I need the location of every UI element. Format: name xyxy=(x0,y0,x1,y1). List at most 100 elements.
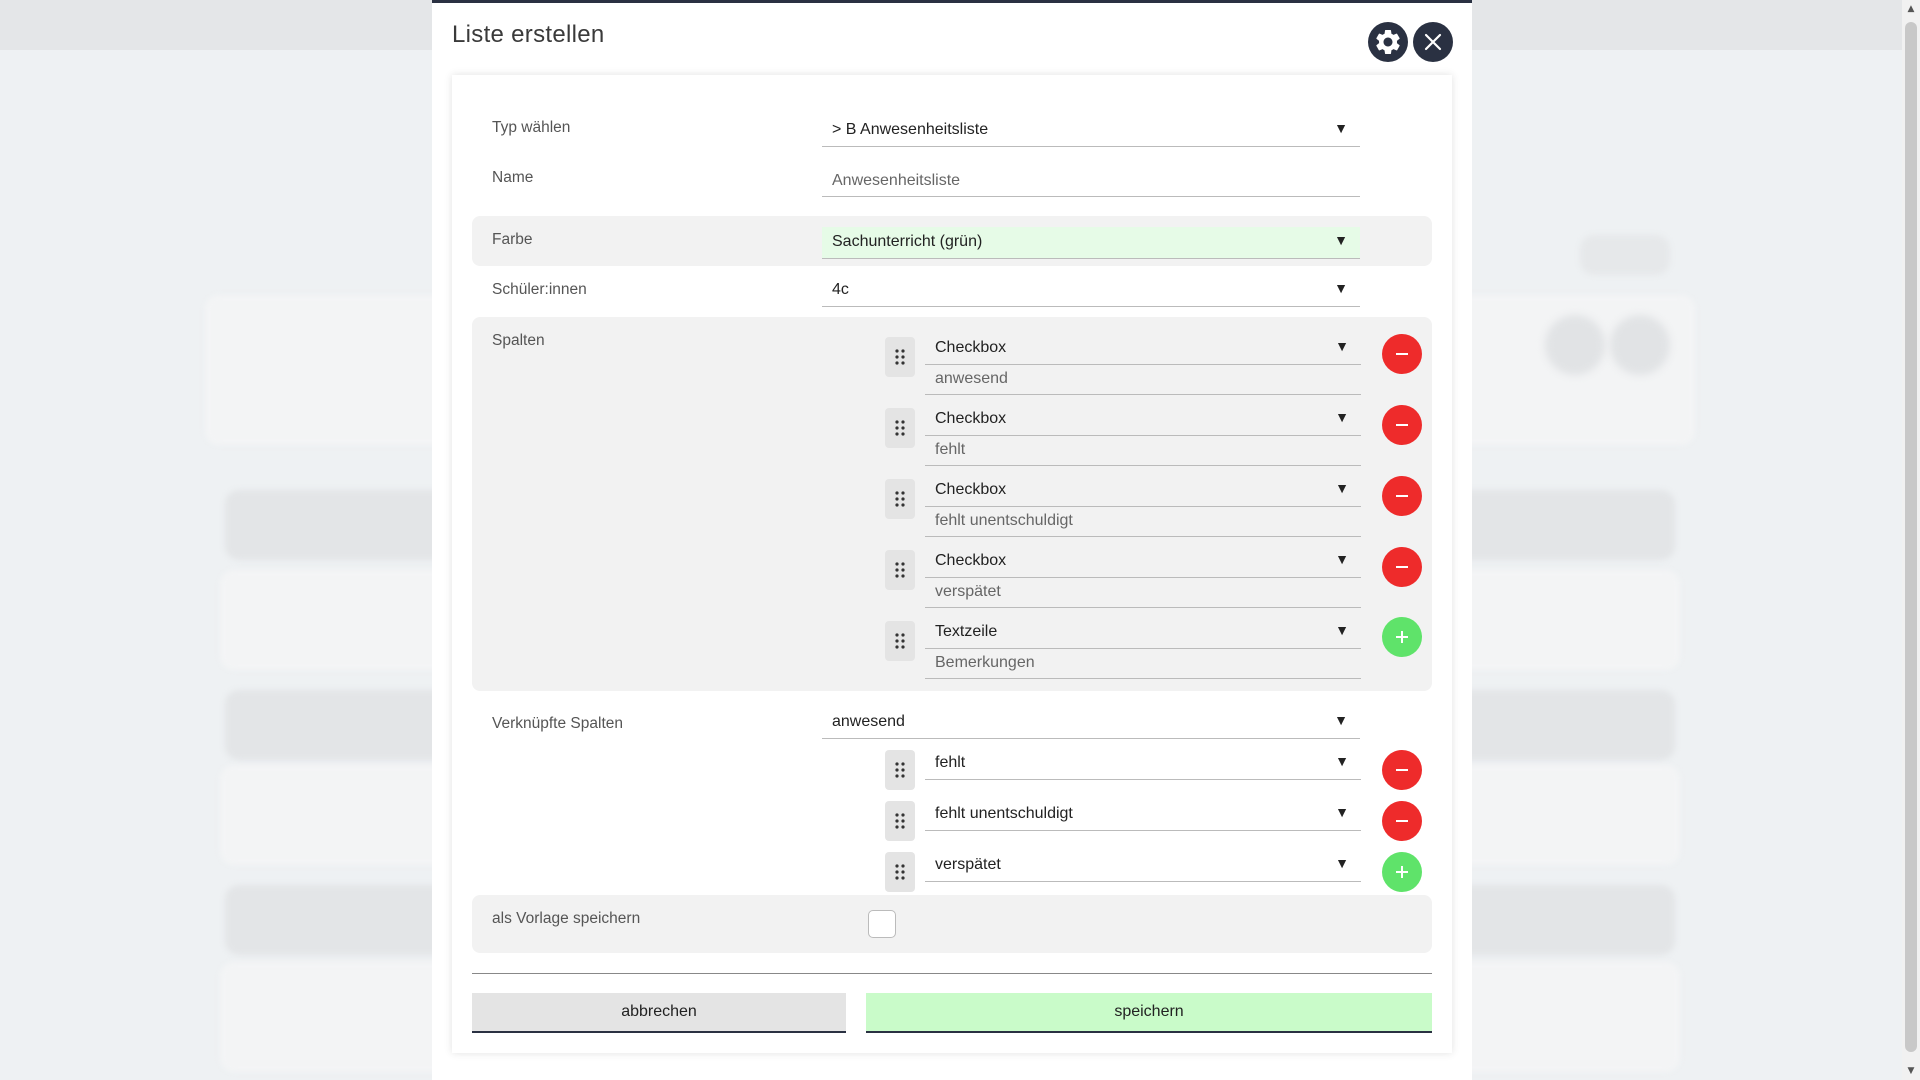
linked-primary-value: anwesend xyxy=(832,713,905,730)
background-button xyxy=(1580,235,1670,275)
column-type-select[interactable]: Checkbox ▼ xyxy=(925,546,1361,578)
type-select[interactable]: > B Anwesenheitsliste ▼ xyxy=(822,115,1360,147)
chevron-down-icon: ▼ xyxy=(1334,120,1348,136)
column-type-value: Textzeile xyxy=(935,623,998,640)
students-select[interactable]: 4c ▼ xyxy=(822,275,1360,307)
column-name-value: fehlt xyxy=(935,441,966,458)
linked-column-select[interactable]: fehlt unentschuldigt ▼ xyxy=(925,799,1361,831)
column-name-input[interactable]: Bemerkungen xyxy=(925,649,1361,679)
remove-column-button[interactable] xyxy=(1382,405,1422,445)
linked-column-value: verspätet xyxy=(935,856,1001,873)
template-row: als Vorlage speichern xyxy=(472,895,1432,953)
students-row: Schüler:innen 4c ▼ xyxy=(472,271,1432,313)
minus-icon xyxy=(1396,769,1408,771)
column-name-input[interactable]: fehlt unentschuldigt xyxy=(925,507,1361,537)
drag-handle[interactable] xyxy=(885,408,915,448)
linked-column-select[interactable]: fehlt ▼ xyxy=(925,748,1361,780)
minus-icon xyxy=(1396,353,1408,355)
chevron-down-icon: ▼ xyxy=(1335,804,1349,820)
scroll-down-icon[interactable]: ▼ xyxy=(1906,1066,1916,1076)
chevron-down-icon: ▼ xyxy=(1335,338,1349,354)
remove-linked-column-button[interactable] xyxy=(1382,801,1422,841)
column-type-select[interactable]: Checkbox ▼ xyxy=(925,475,1361,507)
remove-linked-column-button[interactable] xyxy=(1382,750,1422,790)
footer-divider xyxy=(472,973,1432,974)
remove-column-button[interactable] xyxy=(1382,476,1422,516)
chevron-down-icon: ▼ xyxy=(1334,280,1348,296)
column-name-input[interactable]: verspätet xyxy=(925,578,1361,608)
page-scrollbar[interactable]: ▲ ▼ xyxy=(1902,0,1920,1080)
linked-column-select[interactable]: verspätet ▼ xyxy=(925,850,1361,882)
drag-dots-icon xyxy=(895,349,905,365)
create-list-dialog: Liste erstellen Typ wählen > B Anwesenhe… xyxy=(432,0,1472,1080)
remove-column-button[interactable] xyxy=(1382,334,1422,374)
form-panel: Typ wählen > B Anwesenheitsliste ▼ Name … xyxy=(452,75,1452,1053)
column-type-value: Checkbox xyxy=(935,339,1007,356)
color-select[interactable]: Sachunterricht (grün) ▼ xyxy=(822,227,1360,259)
column-type-value: Checkbox xyxy=(935,410,1007,427)
name-label: Name xyxy=(492,169,534,186)
linked-primary-select[interactable]: anwesend ▼ xyxy=(822,707,1360,739)
drag-handle[interactable] xyxy=(885,801,915,841)
columns-label: Spalten xyxy=(492,332,545,349)
linked-column-value: fehlt unentschuldigt xyxy=(935,805,1073,822)
template-checkbox[interactable] xyxy=(868,910,896,938)
remove-column-button[interactable] xyxy=(1382,547,1422,587)
column-type-value: Checkbox xyxy=(935,552,1007,569)
drag-dots-icon xyxy=(895,562,905,578)
column-type-value: Checkbox xyxy=(935,481,1007,498)
drag-dots-icon xyxy=(895,633,905,649)
chevron-down-icon: ▼ xyxy=(1335,409,1349,425)
color-label: Farbe xyxy=(492,231,533,248)
drag-dots-icon xyxy=(895,420,905,436)
gear-icon xyxy=(1376,29,1400,54)
column-name-value: anwesend xyxy=(935,370,1008,387)
type-value: > B Anwesenheitsliste xyxy=(832,121,989,138)
drag-handle[interactable] xyxy=(885,750,915,790)
chevron-down-icon: ▼ xyxy=(1335,480,1349,496)
column-type-select[interactable]: Textzeile ▼ xyxy=(925,617,1361,649)
color-row: Farbe Sachunterricht (grün) ▼ xyxy=(472,216,1432,266)
drag-dots-icon xyxy=(895,491,905,507)
column-name-value: Bemerkungen xyxy=(935,654,1035,671)
column-type-select[interactable]: Checkbox ▼ xyxy=(925,404,1361,436)
drag-handle[interactable] xyxy=(885,337,915,377)
drag-handle[interactable] xyxy=(885,550,915,590)
settings-button[interactable] xyxy=(1368,22,1408,62)
column-name-value: fehlt unentschuldigt xyxy=(935,512,1073,529)
drag-handle[interactable] xyxy=(885,852,915,892)
drag-handle[interactable] xyxy=(885,479,915,519)
drag-handle[interactable] xyxy=(885,621,915,661)
save-button[interactable]: speichern xyxy=(866,993,1432,1033)
students-value: 4c xyxy=(832,281,849,298)
minus-icon xyxy=(1396,424,1408,426)
template-label: als Vorlage speichern xyxy=(492,910,641,927)
column-name-input[interactable]: anwesend xyxy=(925,365,1361,395)
name-input[interactable]: Anwesenheitsliste xyxy=(822,167,1360,197)
add-linked-column-button[interactable] xyxy=(1382,852,1422,892)
cancel-button[interactable]: abbrechen xyxy=(472,993,846,1033)
close-icon xyxy=(1424,33,1442,51)
background-avatar xyxy=(1545,315,1605,375)
color-value: Sachunterricht (grün) xyxy=(832,233,983,250)
dialog-title: Liste erstellen xyxy=(452,21,605,48)
scroll-up-icon[interactable]: ▲ xyxy=(1906,4,1916,14)
add-column-button[interactable] xyxy=(1382,617,1422,657)
chevron-down-icon: ▼ xyxy=(1335,622,1349,638)
plus-icon xyxy=(1396,866,1408,878)
type-label: Typ wählen xyxy=(492,119,571,136)
close-button[interactable] xyxy=(1413,22,1453,62)
name-value: Anwesenheitsliste xyxy=(832,172,961,189)
background-avatar xyxy=(1610,315,1670,375)
minus-icon xyxy=(1396,495,1408,497)
drag-dots-icon xyxy=(895,762,905,778)
scrollbar-thumb[interactable] xyxy=(1905,22,1917,1052)
type-row: Typ wählen > B Anwesenheitsliste ▼ xyxy=(472,111,1432,153)
column-name-value: verspätet xyxy=(935,583,1001,600)
column-type-select[interactable]: Checkbox ▼ xyxy=(925,333,1361,365)
linked-column-value: fehlt xyxy=(935,754,966,771)
chevron-down-icon: ▼ xyxy=(1334,232,1348,248)
chevron-down-icon: ▼ xyxy=(1335,855,1349,871)
students-label: Schüler:innen xyxy=(492,281,587,298)
column-name-input[interactable]: fehlt xyxy=(925,436,1361,466)
